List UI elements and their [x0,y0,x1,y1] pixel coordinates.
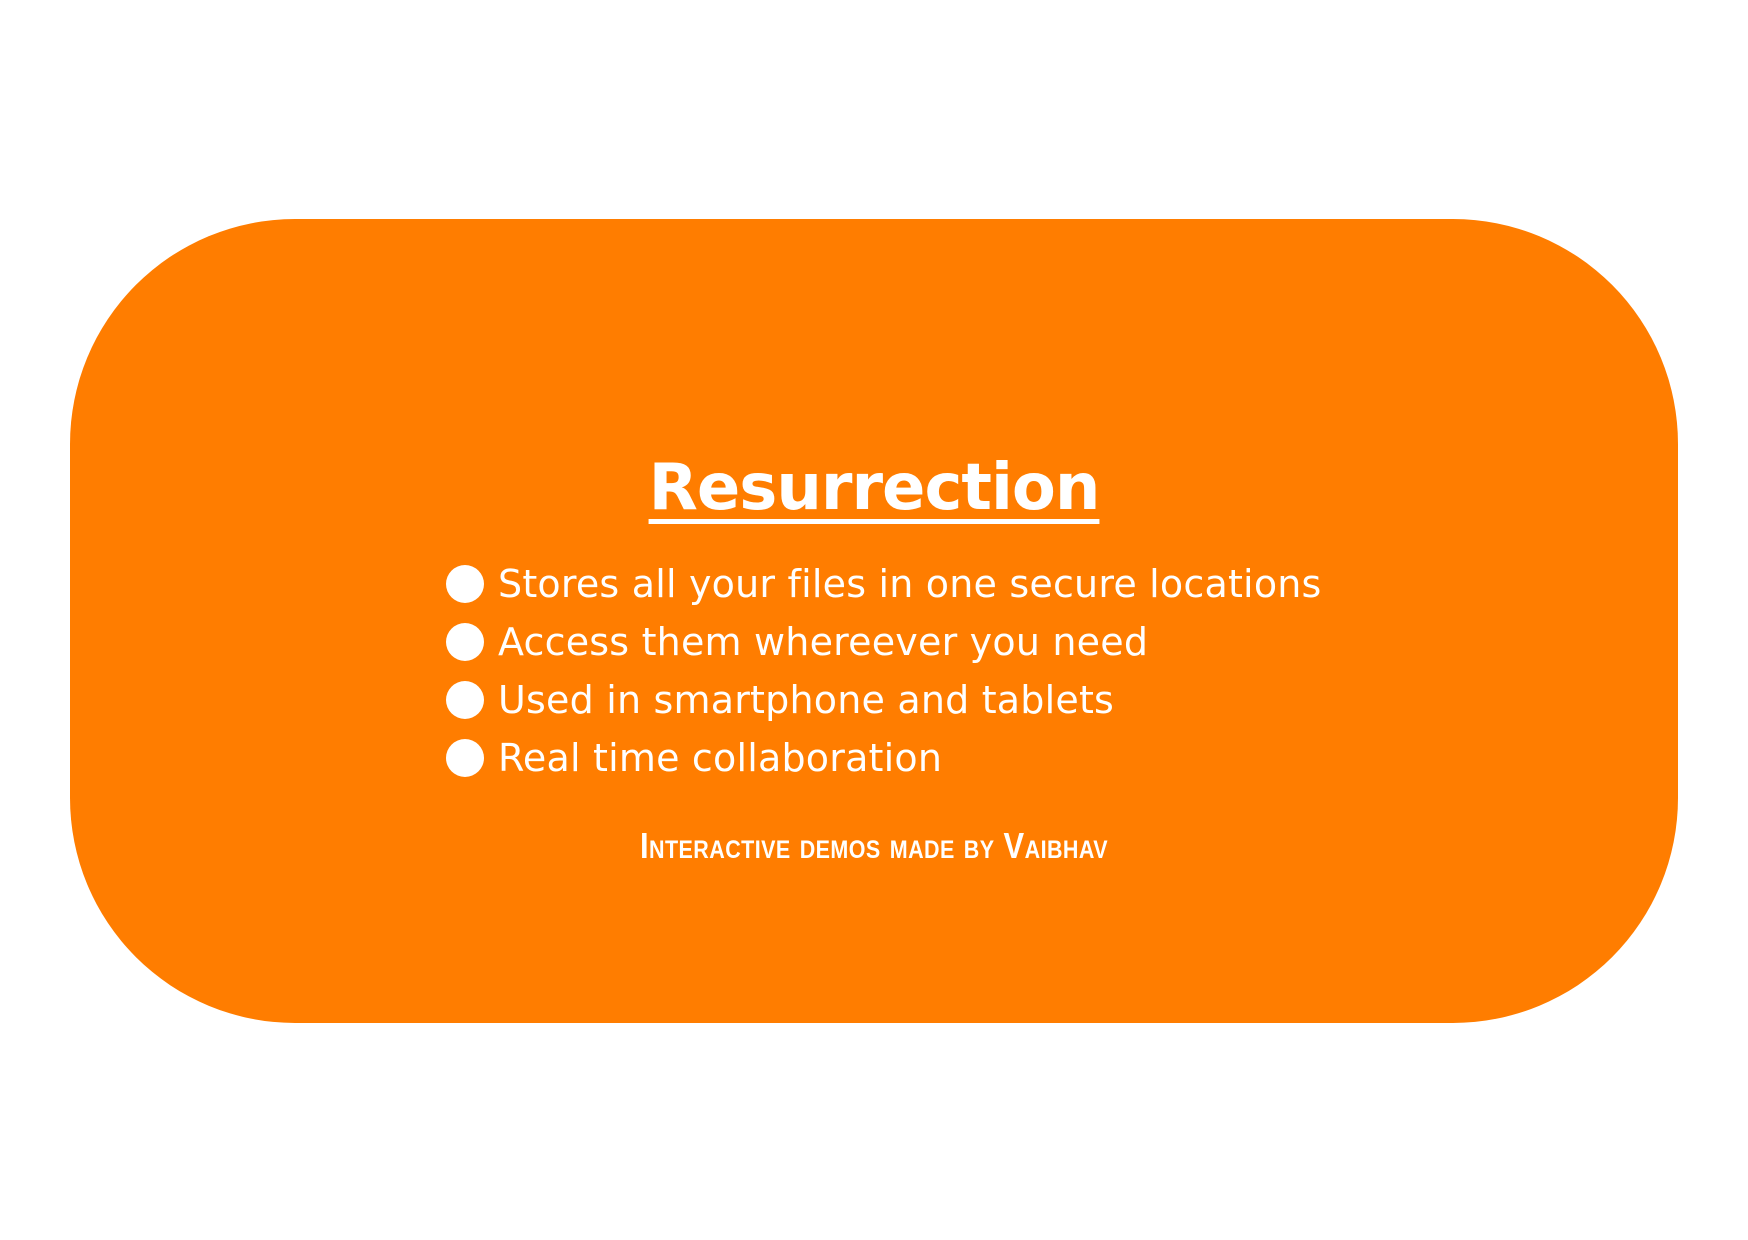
bullet-icon [446,565,484,603]
card-title: Resurrection [0,448,1748,528]
feature-text: Used in smartphone and tablets [498,678,1115,722]
slide: Resurrection Stores all your files in on… [0,0,1748,1240]
list-item: Access them whereever you need [446,613,1346,671]
bullet-icon [446,739,484,777]
list-item: Real time collaboration [446,729,1346,787]
list-item: Used in smartphone and tablets [446,671,1346,729]
feature-list: Stores all your files in one secure loca… [446,555,1346,787]
list-item: Stores all your files in one secure loca… [446,555,1346,613]
bullet-icon [446,681,484,719]
card-title-text: Resurrection [648,451,1101,525]
feature-text: Stores all your files in one secure loca… [498,562,1322,606]
feature-text: Real time collaboration [498,736,943,780]
bullet-icon [446,623,484,661]
feature-text: Access them whereever you need [498,620,1149,664]
credit-text: Interactive demos made by Vaibhav [639,825,1109,866]
